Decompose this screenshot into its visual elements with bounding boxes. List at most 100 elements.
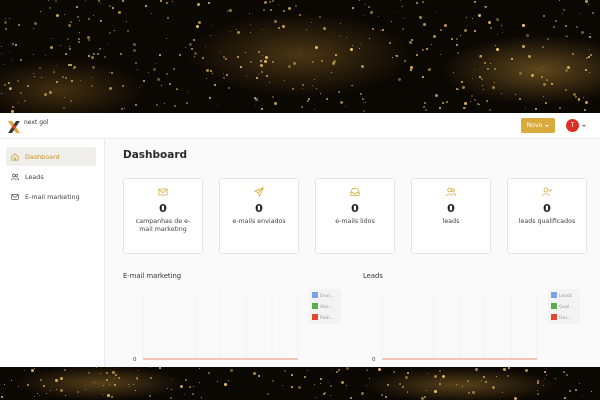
glitter-speck xyxy=(135,62,137,64)
sidebar-item-email-marketing[interactable]: E-mail marketing xyxy=(6,187,96,206)
y-tick-label: 0 xyxy=(372,357,376,363)
glitter-speck xyxy=(462,86,465,89)
glitter-speck xyxy=(366,385,367,386)
glitter-speck xyxy=(205,46,206,47)
glitter-speck xyxy=(579,383,580,384)
glitter-speck xyxy=(331,72,332,73)
glitter-speck xyxy=(121,108,123,110)
glitter-speck xyxy=(133,43,136,46)
glitter-speck xyxy=(319,16,321,18)
background-gold-glitter-bottom xyxy=(0,367,600,400)
glitter-speck xyxy=(304,376,306,378)
inbox-icon xyxy=(350,188,360,196)
user-menu[interactable]: T xyxy=(566,119,586,132)
stat-card-leads[interactable]: 0 leads xyxy=(411,178,491,254)
glitter-speck xyxy=(1,396,3,398)
glitter-speck xyxy=(338,91,340,93)
legend-label[interactable]: Leads xyxy=(559,293,573,299)
glitter-speck xyxy=(237,31,240,34)
glitter-speck xyxy=(65,395,66,396)
logo[interactable]: next gol xyxy=(7,119,48,133)
glitter-speck xyxy=(321,60,323,62)
glitter-speck xyxy=(92,66,95,69)
sidebar-item-label: Leads xyxy=(25,172,44,181)
glitter-speck xyxy=(109,384,110,385)
glitter-speck xyxy=(93,53,95,55)
glitter-speck xyxy=(362,98,364,100)
sidebar-item-dashboard[interactable]: Dashboard xyxy=(6,147,96,166)
glitter-speck xyxy=(525,107,526,108)
glitter-speck xyxy=(496,376,497,377)
glitter-speck xyxy=(404,18,405,19)
legend-label[interactable]: Publ... xyxy=(320,315,334,321)
glitter-speck xyxy=(249,13,250,14)
glitter-speck xyxy=(192,393,194,395)
glitter-speck xyxy=(585,69,587,71)
glitter-speck xyxy=(572,53,574,55)
glitter-speck xyxy=(201,397,202,398)
glitter-speck xyxy=(269,82,270,83)
glitter-speck xyxy=(44,93,47,96)
glitter-speck xyxy=(542,66,543,67)
sidebar-item-leads[interactable]: Leads xyxy=(6,167,96,186)
glitter-speck xyxy=(272,0,274,2)
glitter-speck xyxy=(352,45,353,46)
legend-label[interactable]: Qual... xyxy=(559,304,574,310)
legend-label[interactable]: Abe... xyxy=(320,304,333,310)
glitter-speck xyxy=(208,2,210,4)
glitter-speck xyxy=(428,68,431,71)
glitter-speck xyxy=(498,20,499,21)
glitter-speck xyxy=(12,43,14,45)
new-button[interactable]: Novo xyxy=(521,118,555,133)
glitter-speck xyxy=(98,0,100,2)
glitter-speck xyxy=(63,107,65,109)
glitter-speck xyxy=(250,61,252,63)
glitter-speck xyxy=(261,108,263,110)
glitter-speck xyxy=(522,24,524,26)
glitter-speck xyxy=(169,83,171,85)
glitter-speck xyxy=(351,85,352,86)
glitter-speck xyxy=(64,97,65,98)
glitter-speck xyxy=(167,388,168,389)
legend-label[interactable]: Envi... xyxy=(320,293,334,299)
stat-card-campaigns[interactable]: 0 campanhas de e-mail marketing xyxy=(123,178,203,254)
stat-label: e-mails lidos xyxy=(335,218,375,225)
app-window: next gol Novo T Dashboard Leads E-mail m… xyxy=(0,113,600,367)
glitter-speck xyxy=(199,382,200,383)
glitter-speck xyxy=(18,103,19,104)
glitter-speck xyxy=(562,13,563,14)
glitter-speck xyxy=(118,11,121,14)
glitter-speck xyxy=(100,373,101,374)
glitter-speck xyxy=(166,38,167,39)
glitter-speck xyxy=(91,85,93,87)
glitter-speck xyxy=(407,372,409,374)
stat-card-emails-sent[interactable]: 0 e-mails enviados xyxy=(219,178,299,254)
glitter-speck xyxy=(565,25,567,27)
glitter-speck xyxy=(589,49,590,50)
glitter-speck xyxy=(136,377,138,379)
glitter-speck xyxy=(466,17,467,18)
glitter-speck xyxy=(565,69,568,72)
glitter-speck xyxy=(272,96,274,98)
glitter-speck xyxy=(210,35,211,36)
glitter-speck xyxy=(409,41,412,44)
glitter-speck xyxy=(166,2,168,4)
glitter-speck xyxy=(137,379,138,380)
glitter-speck xyxy=(474,69,475,70)
stat-card-qualified-leads[interactable]: 0 leads qualificados xyxy=(507,178,587,254)
glitter-speck xyxy=(472,78,473,79)
glitter-speck xyxy=(320,93,321,94)
glitter-speck xyxy=(419,16,422,19)
glitter-speck xyxy=(590,54,592,56)
glitter-speck xyxy=(288,65,291,68)
glitter-speck xyxy=(474,30,476,32)
legend-label[interactable]: Des... xyxy=(559,315,572,321)
glitter-speck xyxy=(492,386,495,389)
glitter-speck xyxy=(41,77,42,78)
glitter-speck xyxy=(302,88,303,89)
glitter-speck xyxy=(18,386,19,387)
stat-card-emails-read[interactable]: 0 e-mails lidos xyxy=(315,178,395,254)
glitter-speck xyxy=(120,53,122,55)
glitter-speck xyxy=(563,371,565,373)
glitter-speck xyxy=(18,24,20,26)
